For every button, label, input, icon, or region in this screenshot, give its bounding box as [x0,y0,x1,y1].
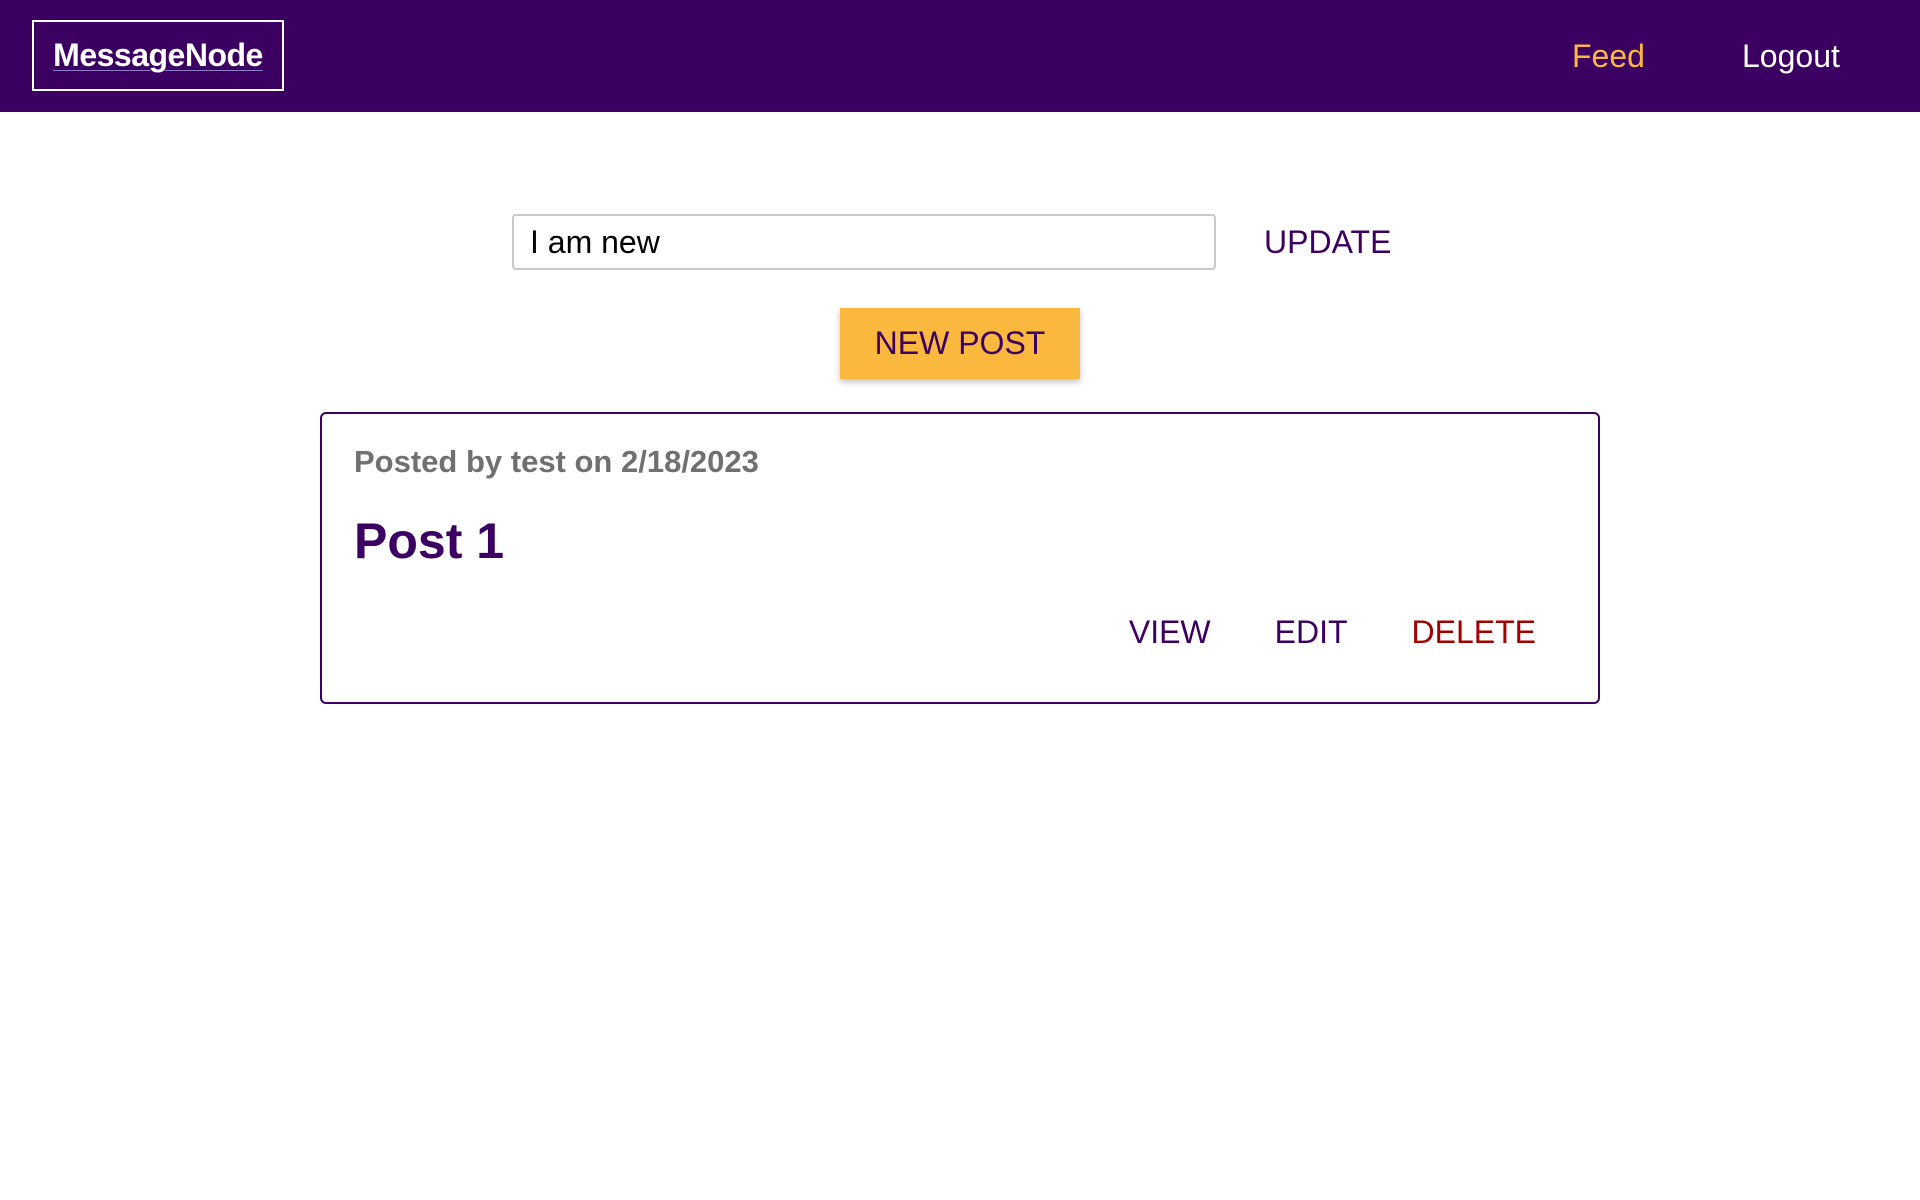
delete-post-button[interactable]: DELETE [1412,614,1536,651]
logo-text: MessageNode [53,37,263,73]
post-card: Posted by test on 2/18/2023 Post 1 VIEW … [320,412,1600,704]
view-post-button[interactable]: VIEW [1129,614,1211,651]
nav-feed-link[interactable]: Feed [1572,0,1645,112]
post-actions: VIEW EDIT DELETE [1065,614,1536,651]
nav-logout-link[interactable]: Logout [1742,0,1840,112]
post-title: Post 1 [354,513,505,569]
post-meta: Posted by test on 2/18/2023 [354,444,759,479]
status-form: UPDATE [512,214,1391,270]
edit-post-button[interactable]: EDIT [1275,614,1348,651]
status-input[interactable] [512,214,1216,270]
new-post-button[interactable]: NEW POST [840,308,1080,379]
update-status-button[interactable]: UPDATE [1264,224,1391,261]
main-header: MessageNode Feed Logout [0,0,1920,112]
logo-link[interactable]: MessageNode [32,20,284,91]
